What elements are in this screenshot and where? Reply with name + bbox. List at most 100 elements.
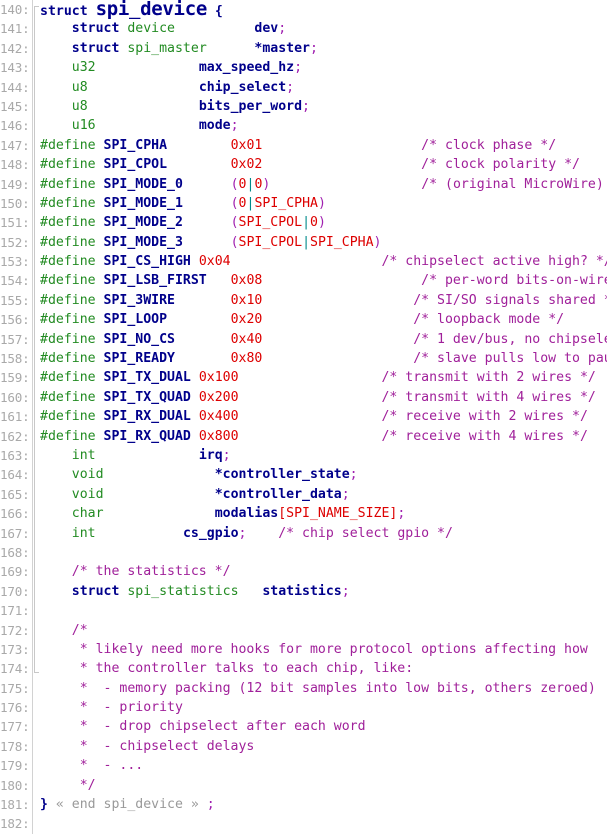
code-line-content[interactable]: u32 max_speed_hz; (33, 58, 607, 77)
code-line[interactable]: 179: * - ... (0, 756, 607, 776)
code-line[interactable]: 142: struct spi_master *master; (0, 38, 607, 59)
code-line-content[interactable]: #define SPI_MODE_1 (0|SPI_CPHA) (33, 194, 607, 213)
code-line-content[interactable]: u8 chip_select; (33, 78, 607, 97)
code-line-content[interactable]: * - memory packing (12 bit samples into … (33, 679, 607, 698)
code-line[interactable]: 170: struct spi_statistics statistics; (0, 581, 607, 602)
code-editor-viewport[interactable]: 140: struct spi_device {141: struct devic… (0, 0, 607, 834)
code-line[interactable]: 175: * - memory packing (12 bit samples … (0, 678, 607, 699)
code-line[interactable]: 161: #define SPI_RX_DUAL 0x400 /* receive… (0, 407, 607, 427)
code-line[interactable]: 141: struct device dev; (0, 19, 607, 39)
code-line-content[interactable]: struct spi_statistics statistics; (33, 582, 607, 601)
code-line[interactable]: 146: u16 mode; (0, 116, 607, 136)
code-line-content[interactable]: * likely need more hooks for more protoc… (33, 640, 607, 659)
code-line[interactable]: 182: (0, 814, 607, 834)
token-cmt: /* transmit with 4 wires */ (381, 389, 596, 405)
code-line-content[interactable]: /* (33, 621, 607, 640)
code-line-content[interactable]: #define SPI_TX_DUAL 0x100 /* transmit wi… (33, 368, 607, 387)
code-line[interactable]: 177: * - drop chipselect after each word (0, 717, 607, 737)
code-line-content[interactable]: #define SPI_MODE_3 (SPI_CPOL|SPI_CPHA) (33, 233, 607, 252)
token-pp: #define (40, 234, 96, 250)
code-line-content[interactable]: * - drop chipselect after each word (33, 717, 607, 736)
code-line[interactable]: 153: #define SPI_CS_HIGH 0x04 /* chipsele… (0, 252, 607, 272)
code-line-content[interactable]: #define SPI_NO_CS 0x40 /* 1 dev/bus, no … (33, 330, 607, 349)
code-line[interactable]: 150: #define SPI_MODE_1 (0|SPI_CPHA) (0, 193, 607, 214)
code-line-content[interactable]: void *controller_data; (33, 485, 607, 504)
token-type: void (71, 486, 104, 502)
code-line-content[interactable]: * - chipselect delays (33, 737, 607, 756)
code-line-content[interactable]: #define SPI_MODE_0 (0|0) /* (original Mi… (33, 175, 607, 194)
code-line-content[interactable]: void *controller_state; (33, 465, 607, 484)
code-line[interactable]: 143: u32 max_speed_hz; (0, 58, 607, 78)
code-line[interactable]: 176: * - priority (0, 698, 607, 718)
code-line[interactable]: 168: (0, 542, 607, 563)
code-line-content[interactable]: #define SPI_LSB_FIRST 0x08 /* per-word b… (33, 271, 607, 290)
code-line[interactable]: 155: #define SPI_3WIRE 0x10 /* SI/SO sign… (0, 290, 607, 311)
code-line-content[interactable]: int cs_gpio; /* chip select gpio */ (33, 524, 607, 543)
code-line[interactable]: 174: * the controller talks to each chip… (0, 659, 607, 679)
code-line-content[interactable]: char modalias[SPI_NAME_SIZE]; (33, 504, 607, 523)
token-num: 0x04 (198, 254, 231, 270)
code-line[interactable]: 159: #define SPI_TX_DUAL 0x100 /* transmi… (0, 368, 607, 388)
code-line[interactable]: 152: #define SPI_MODE_3 (SPI_CPOL|SPI_CPH… (0, 232, 607, 253)
code-line[interactable]: 173: * likely need more hooks for more p… (0, 639, 607, 660)
code-line[interactable]: 165: void *controller_data; (0, 484, 607, 505)
code-line-content[interactable] (33, 601, 607, 620)
code-line-content[interactable]: } « end spi_device » ; (33, 795, 607, 814)
code-line[interactable]: 166: char modalias[SPI_NAME_SIZE]; (0, 504, 607, 524)
code-line-content[interactable]: #define SPI_CPHA 0x01 /* clock phase */ (33, 136, 607, 155)
code-line[interactable]: 144: u8 chip_select; (0, 77, 607, 97)
code-line[interactable]: 158: #define SPI_READY 0x80 /* slave pull… (0, 349, 607, 369)
code-line[interactable]: 151: #define SPI_MODE_2 (SPI_CPOL|0) (0, 213, 607, 233)
code-line-content[interactable]: */ (33, 776, 607, 795)
code-line[interactable]: 167: int cs_gpio; /* chip select gpio */ (0, 523, 607, 543)
code-line[interactable]: 145: u8 bits_per_word; (0, 96, 607, 117)
code-line-content[interactable]: struct spi_device { (33, 0, 607, 19)
code-line-content[interactable]: struct device dev; (33, 19, 607, 38)
code-line[interactable]: 171: (0, 601, 607, 621)
code-line[interactable]: 163: int irq; (0, 445, 607, 466)
code-line[interactable]: 178: * - chipselect delays (0, 736, 607, 757)
code-line-content[interactable]: #define SPI_MODE_2 (SPI_CPOL|0) (33, 213, 607, 232)
code-line-content[interactable]: #define SPI_READY 0x80 /* slave pulls lo… (33, 349, 607, 368)
code-line[interactable]: 156: #define SPI_LOOP 0x20 /* loopback mo… (0, 310, 607, 330)
line-number: 148: (0, 155, 33, 175)
code-line[interactable]: 154: #define SPI_LSB_FIRST 0x08 /* per-wo… (0, 271, 607, 291)
code-line[interactable]: 169: /* the statistics */ (0, 562, 607, 582)
code-line-content[interactable]: /* the statistics */ (33, 562, 607, 581)
code-line[interactable]: 162: #define SPI_RX_QUAD 0x800 /* receive… (0, 426, 607, 446)
code-line[interactable]: 140: struct spi_device { (0, 0, 607, 20)
code-line[interactable]: 180: */ (0, 775, 607, 796)
code-line[interactable]: 164: void *controller_state; (0, 465, 607, 485)
code-line-content[interactable]: struct spi_master *master; (33, 39, 607, 58)
code-line[interactable]: 149: #define SPI_MODE_0 (0|0) /* (origina… (0, 174, 607, 194)
code-line[interactable]: 181:} « end spi_device » ; (0, 795, 607, 815)
code-line-content[interactable]: #define SPI_3WIRE 0x10 /* SI/SO signals … (33, 291, 607, 310)
code-line-content[interactable]: #define SPI_RX_QUAD 0x800 /* receive wit… (33, 427, 607, 446)
code-line-content[interactable]: #define SPI_CPOL 0x02 /* clock polarity … (33, 155, 607, 174)
code-line-content[interactable]: #define SPI_LOOP 0x20 /* loopback mode *… (33, 310, 607, 329)
code-line-content[interactable]: * - priority (33, 698, 607, 717)
code-line[interactable]: 148: #define SPI_CPOL 0x02 /* clock polar… (0, 155, 607, 175)
token-semi: ; (349, 467, 358, 483)
code-line-content[interactable]: * - ... (33, 756, 607, 775)
code-line[interactable]: 157: #define SPI_NO_CS 0x40 /* 1 dev/bus,… (0, 329, 607, 350)
code-line[interactable]: 172: /* (0, 620, 607, 640)
code-line-content[interactable]: int irq; (33, 446, 607, 465)
token-num: 0x02 (230, 157, 263, 173)
token-num: 0x20 (230, 312, 263, 328)
code-line-content[interactable]: * the controller talks to each chip, lik… (33, 659, 607, 678)
code-line-content[interactable]: #define SPI_RX_DUAL 0x400 /* receive wit… (33, 407, 607, 426)
token-semi: ; (341, 583, 350, 599)
code-line-content[interactable]: u8 bits_per_word; (33, 97, 607, 116)
code-line-content[interactable] (33, 543, 607, 562)
code-line-content[interactable]: u16 mode; (33, 116, 607, 135)
code-line[interactable]: 147: #define SPI_CPHA 0x01 /* clock phase… (0, 135, 607, 156)
code-line-content[interactable]: #define SPI_TX_QUAD 0x200 /* transmit wi… (33, 388, 607, 407)
code-line-content[interactable]: #define SPI_CS_HIGH 0x04 /* chipselect a… (33, 252, 607, 271)
code-line-content[interactable] (33, 814, 607, 833)
code-line[interactable]: 160: #define SPI_TX_QUAD 0x200 /* transmi… (0, 387, 607, 408)
